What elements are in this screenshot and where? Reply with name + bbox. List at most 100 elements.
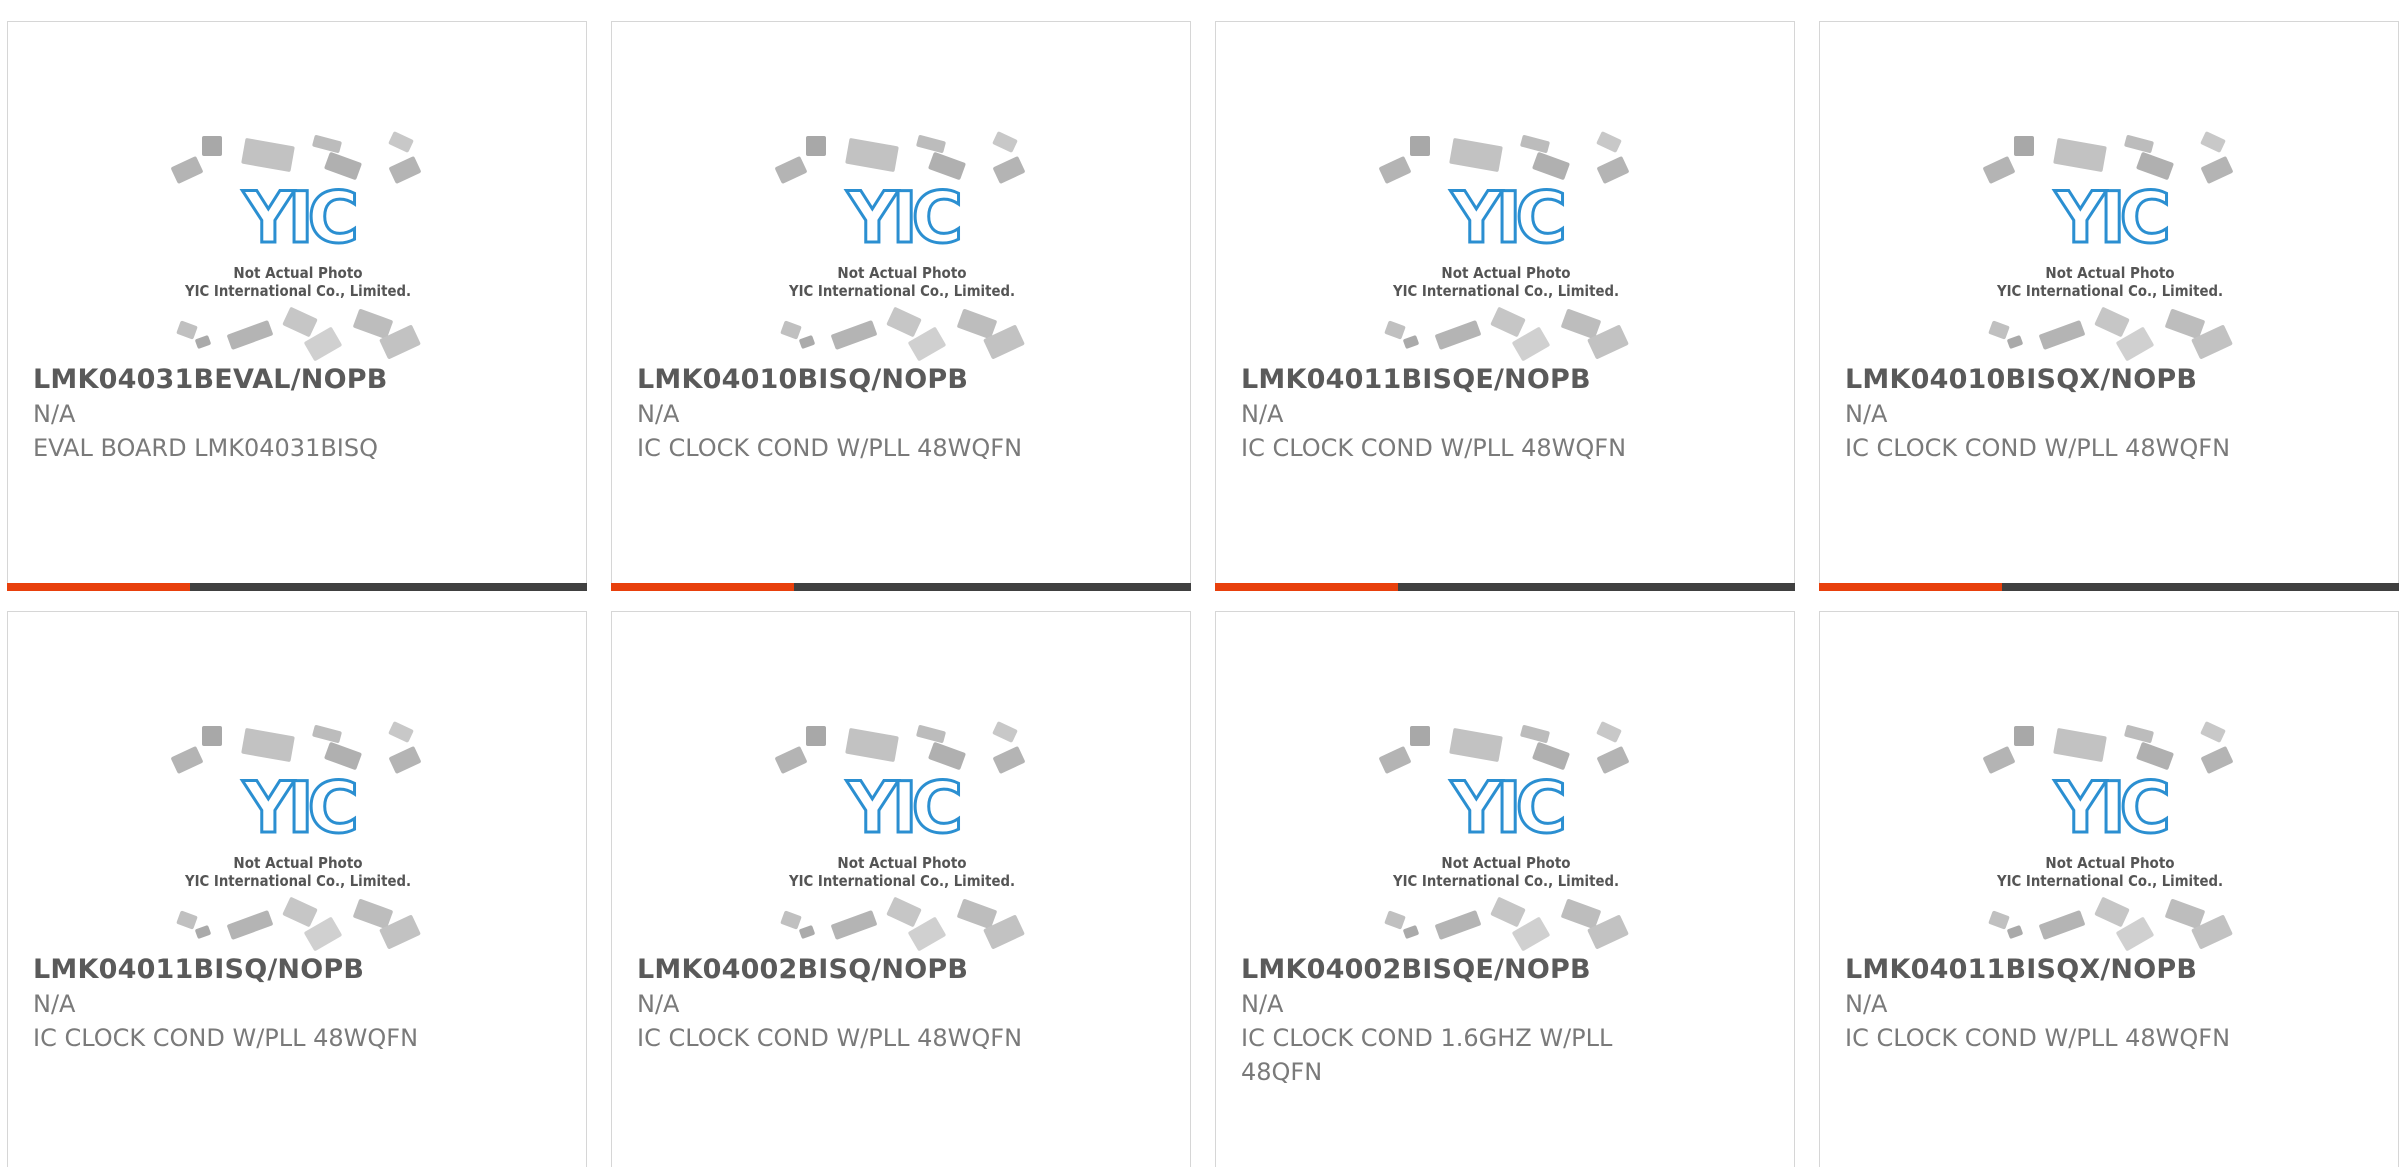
chip-shape <box>2007 335 2023 349</box>
product-info: LMK04031BEVAL/NOPB N/A EVAL BOARD LMK040… <box>33 363 553 465</box>
chip-shape <box>928 742 966 770</box>
chip-shape <box>2136 152 2174 180</box>
part-number[interactable]: LMK04010BISQ/NOPB <box>637 363 1157 397</box>
chip-shape <box>227 910 273 940</box>
product-card[interactable]: YIC Not Actual Photo YIC International Co.… <box>611 611 1191 1167</box>
chip-shape <box>831 910 877 940</box>
chip-shape <box>799 925 815 939</box>
chip-shape <box>1561 899 1601 929</box>
card-bottom-bar <box>7 583 587 591</box>
product-info: LMK04011BISQX/NOPB N/A IC CLOCK COND W/P… <box>1845 953 2365 1055</box>
chip-shape <box>992 721 1018 743</box>
chip-shape <box>1532 152 1570 180</box>
chip-shape <box>886 307 922 337</box>
placeholder-caption: Not Actual Photo <box>2045 854 2174 872</box>
chip-shape <box>957 309 997 339</box>
chip-shape <box>831 320 877 350</box>
chip-shape <box>845 138 899 172</box>
product-image-placeholder[interactable]: YIC Not Actual Photo YIC International Co.… <box>1373 700 1639 960</box>
chip-shape <box>2053 728 2107 762</box>
placeholder-graphic: YIC Not Actual PhotoYIC International Co.… <box>171 131 421 361</box>
part-number[interactable]: LMK04002BISQE/NOPB <box>1241 953 1761 987</box>
chip-shape <box>1449 138 1503 172</box>
part-number[interactable]: LMK04002BISQ/NOPB <box>637 953 1157 987</box>
placeholder-caption: Not Actual Photo <box>2045 264 2174 282</box>
part-number[interactable]: LMK04011BISQ/NOPB <box>33 953 553 987</box>
chip-shape <box>2014 136 2034 156</box>
chip-shape <box>886 897 922 927</box>
product-description: IC CLOCK COND W/PLL 48WQFN <box>33 1024 419 1052</box>
chip-shape <box>324 742 362 770</box>
chip-shape <box>353 309 393 339</box>
product-info: LMK04010BISQX/NOPB N/A IC CLOCK COND W/P… <box>1845 363 2365 465</box>
product-grid: YIC Not Actual Photo YIC International Co.… <box>0 0 2400 1167</box>
product-info: LMK04002BISQE/NOPB N/A IC CLOCK COND 1.6… <box>1241 953 1761 1089</box>
chip-shape <box>1435 320 1481 350</box>
chip-shape <box>388 131 414 153</box>
chip-shape <box>775 156 807 184</box>
product-image-placeholder[interactable]: YIC Not Actual Photo YIC International Co.… <box>1373 110 1639 370</box>
placeholder-graphic: YIC Not Actual PhotoYIC International Co.… <box>1983 131 2233 361</box>
chip-shape <box>780 910 802 930</box>
part-number[interactable]: LMK04011BISQX/NOPB <box>1845 953 2365 987</box>
chip-shape <box>176 320 198 340</box>
chip-shape <box>1490 897 1526 927</box>
manufacturer: N/A <box>33 990 76 1018</box>
chip-shape <box>389 156 421 184</box>
placeholder-graphic: YIC Not Actual PhotoYIC International Co.… <box>171 721 421 951</box>
chip-shape <box>241 138 295 172</box>
chip-shape <box>353 899 393 929</box>
manufacturer: N/A <box>1845 990 1888 1018</box>
product-card[interactable]: YIC Not Actual Photo YIC International Co.… <box>1215 21 1795 591</box>
bar-rest <box>190 583 587 591</box>
chip-shape <box>780 320 802 340</box>
product-card[interactable]: YIC Not Actual Photo YIC International Co.… <box>1819 611 2399 1167</box>
chip-shape <box>2136 742 2174 770</box>
product-image-placeholder[interactable]: YIC Not Actual Photo YIC International Co.… <box>165 700 431 960</box>
product-image-placeholder[interactable]: YIC Not Actual Photo YIC International Co.… <box>165 110 431 370</box>
product-card[interactable]: YIC Not Actual Photo YIC International Co.… <box>611 21 1191 591</box>
product-image-placeholder[interactable]: YIC Not Actual Photo YIC International Co.… <box>769 110 1035 370</box>
part-number[interactable]: LMK04010BISQX/NOPB <box>1845 363 2365 397</box>
part-number[interactable]: LMK04031BEVAL/NOPB <box>33 363 553 397</box>
chip-shape <box>2039 320 2085 350</box>
chip-shape <box>2201 746 2233 774</box>
chip-shape <box>1596 721 1622 743</box>
chip-shape <box>195 925 211 939</box>
chip-shape <box>1983 746 2015 774</box>
chip-shape <box>1449 728 1503 762</box>
chip-shape <box>1384 320 1406 340</box>
chip-shape <box>993 156 1025 184</box>
product-image-placeholder[interactable]: YIC Not Actual Photo YIC International Co.… <box>1977 110 2243 370</box>
chip-shape <box>1520 725 1550 743</box>
placeholder-company: YIC International Co., Limited. <box>184 872 411 890</box>
placeholder-company: YIC International Co., Limited. <box>1996 872 2223 890</box>
product-card[interactable]: YIC Not Actual Photo YIC International Co.… <box>7 611 587 1167</box>
chip-shape <box>957 899 997 929</box>
chip-shape <box>2200 131 2226 153</box>
manufacturer: N/A <box>637 400 680 428</box>
part-number[interactable]: LMK04011BISQE/NOPB <box>1241 363 1761 397</box>
chip-shape <box>799 335 815 349</box>
chip-shape <box>1596 131 1622 153</box>
product-description: EVAL BOARD LMK04031BISQ <box>33 434 379 462</box>
manufacturer: N/A <box>637 990 680 1018</box>
chip-shape <box>1988 910 2010 930</box>
placeholder-company: YIC International Co., Limited. <box>184 282 411 300</box>
product-card[interactable]: YIC Not Actual Photo YIC International Co.… <box>1819 21 2399 591</box>
card-bottom-bar <box>611 583 1191 591</box>
chip-shape <box>202 136 222 156</box>
chip-shape <box>1561 309 1601 339</box>
chip-shape <box>1384 910 1406 930</box>
product-image-placeholder[interactable]: YIC Not Actual Photo YIC International Co.… <box>1977 700 2243 960</box>
chip-shape <box>1597 156 1629 184</box>
chip-shape <box>806 136 826 156</box>
product-card[interactable]: YIC Not Actual Photo YIC International Co.… <box>1215 611 1795 1167</box>
chip-shape <box>1435 910 1481 940</box>
chip-shape <box>916 725 946 743</box>
placeholder-graphic: YIC Not Actual PhotoYIC International Co.… <box>1379 721 1629 951</box>
placeholder-caption: Not Actual Photo <box>1441 854 1570 872</box>
card-bottom-bar <box>1215 583 1795 591</box>
product-card[interactable]: YIC Not Actual Photo YIC International Co.… <box>7 21 587 591</box>
product-image-placeholder[interactable]: YIC Not Actual Photo YIC International Co.… <box>769 700 1035 960</box>
